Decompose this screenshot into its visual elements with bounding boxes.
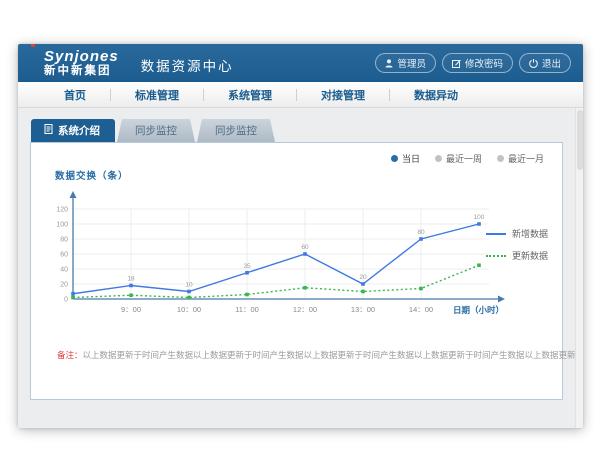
filter-label: 当日 — [402, 152, 420, 165]
footer-note: 备注：以上数据更新于时间产生数据以上数据更新于时间产生数据以上数据更新于时间产生… — [57, 349, 548, 361]
tab-sync-monitor-2[interactable]: 同步监控 — [197, 119, 275, 142]
legend-label: 更新数据 — [512, 249, 548, 262]
brand-subtitle: 新中新集团 — [44, 66, 119, 78]
scrollbar-thumb[interactable] — [577, 110, 583, 170]
svg-text:20: 20 — [60, 282, 68, 289]
chart-panel: 当日 最近一周 最近一月 数据交换（条） 0 20 40 60 80 100 120 9：00… — [30, 142, 563, 400]
svg-text:60: 60 — [301, 244, 309, 251]
admin-user-button[interactable]: 管理员 — [375, 53, 436, 73]
svg-text:100: 100 — [56, 222, 68, 229]
svg-text:18: 18 — [127, 276, 135, 283]
svg-text:80: 80 — [417, 229, 425, 236]
page-title: 数据资源中心 — [141, 55, 234, 75]
svg-text:14：00: 14：00 — [409, 305, 433, 314]
tab-system-intro[interactable]: 系统介绍 — [31, 119, 115, 142]
svg-text:0: 0 — [64, 297, 68, 304]
svg-text:10: 10 — [185, 282, 193, 289]
dotted-line-swatch-icon — [486, 255, 506, 257]
filter-last-week[interactable]: 最近一周 — [435, 152, 482, 165]
nav-item-home[interactable]: 首页 — [40, 87, 110, 103]
main-nav: 首页 标准管理 系统管理 对接管理 数据异动 — [18, 82, 583, 108]
admin-user-label: 管理员 — [397, 56, 426, 70]
svg-text:40: 40 — [60, 267, 68, 274]
nav-item-interface-mgmt[interactable]: 对接管理 — [297, 87, 389, 103]
edit-icon — [452, 59, 461, 68]
header-actions: 管理员 修改密码 退出 — [375, 53, 571, 73]
brand-dot-icon — [31, 44, 35, 47]
svg-text:100: 100 — [474, 214, 485, 221]
tab-label: 同步监控 — [135, 123, 177, 138]
range-filter-group: 当日 最近一周 最近一月 — [391, 152, 544, 165]
user-icon — [385, 59, 393, 68]
nav-item-standard-mgmt[interactable]: 标准管理 — [111, 87, 203, 103]
radio-icon — [497, 155, 504, 162]
app-window: Synjones 新中新集团 数据资源中心 管理员 修改密码 退出 首页 标准管… — [18, 44, 583, 428]
power-icon — [529, 59, 538, 68]
svg-text:12：00: 12：00 — [293, 305, 317, 314]
logout-label: 退出 — [542, 56, 561, 70]
svg-text:9：00: 9：00 — [121, 305, 141, 314]
tab-sync-monitor-1[interactable]: 同步监控 — [117, 119, 195, 142]
legend-item-update-data[interactable]: 更新数据 — [486, 249, 548, 262]
legend-label: 新增数据 — [512, 227, 548, 240]
svg-text:35: 35 — [243, 263, 251, 270]
chart-legend: 新增数据 更新数据 — [486, 227, 548, 262]
tab-bar: 系统介绍 同步监控 同步监控 — [31, 121, 583, 142]
brand-logo: Synjones 新中新集团 — [44, 49, 119, 78]
line-chart-svg: 0 20 40 60 80 100 120 9：00 10：00 11：00 12：00 13：00 1… — [41, 187, 521, 327]
radio-icon — [435, 155, 442, 162]
vertical-scrollbar[interactable] — [575, 108, 583, 428]
tab-label: 同步监控 — [215, 123, 257, 138]
svg-text:60: 60 — [60, 252, 68, 259]
filter-label: 最近一月 — [508, 152, 544, 165]
legend-item-new-data[interactable]: 新增数据 — [486, 227, 548, 240]
nav-item-data-change[interactable]: 数据异动 — [390, 87, 482, 103]
brand-name: Synjones — [44, 49, 119, 64]
y-axis-title: 数据交换（条） — [55, 168, 129, 182]
change-password-label: 修改密码 — [465, 56, 503, 70]
app-header: Synjones 新中新集团 数据资源中心 管理员 修改密码 退出 — [18, 44, 583, 82]
svg-text:20: 20 — [359, 274, 367, 281]
content-area: 系统介绍 同步监控 同步监控 当日 最近一周 — [18, 108, 583, 428]
nav-item-system-mgmt[interactable]: 系统管理 — [204, 87, 296, 103]
document-icon — [44, 124, 53, 137]
filter-today[interactable]: 当日 — [391, 152, 420, 165]
filter-label: 最近一周 — [446, 152, 482, 165]
note-text: 以上数据更新于时间产生数据以上数据更新于时间产生数据以上数据更新于时间产生数据以… — [83, 350, 583, 360]
svg-text:120: 120 — [56, 207, 68, 214]
tab-label: 系统介绍 — [58, 123, 100, 138]
logout-button[interactable]: 退出 — [519, 53, 571, 73]
svg-text:10：00: 10：00 — [177, 305, 201, 314]
svg-text:80: 80 — [60, 237, 68, 244]
change-password-button[interactable]: 修改密码 — [442, 53, 513, 73]
svg-text:11：00: 11：00 — [235, 305, 259, 314]
solid-line-swatch-icon — [486, 233, 506, 235]
chart-area: 0 20 40 60 80 100 120 9：00 10：00 11：00 12：00 13：00 1… — [41, 187, 521, 332]
radio-selected-icon — [391, 155, 398, 162]
svg-text:13：00: 13：00 — [351, 305, 375, 314]
filter-last-month[interactable]: 最近一月 — [497, 152, 544, 165]
note-label: 备注： — [57, 350, 83, 360]
svg-text:日期（小时）: 日期（小时） — [453, 305, 504, 315]
